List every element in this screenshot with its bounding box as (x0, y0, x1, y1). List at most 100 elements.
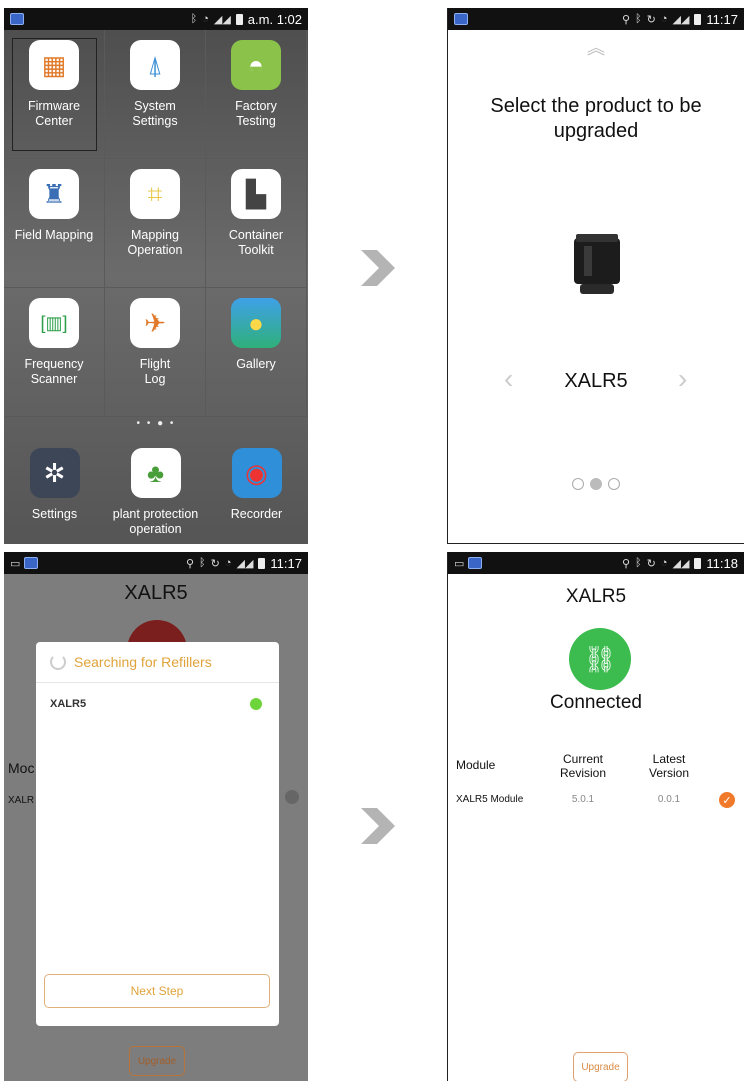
select-product-screen: ⚲ ᛒ ↻ ◔ ◢◢ 11:17 ︽ Select the product to… (447, 8, 744, 544)
device-list-item[interactable]: XALR5 (50, 698, 86, 710)
location-icon: ⚲ (185, 557, 195, 570)
pager-dot[interactable] (608, 478, 620, 490)
battery-icon (694, 557, 702, 569)
app-settings[interactable]: ✲ Settings (4, 444, 105, 544)
app-flight-log[interactable]: ✈ Flight Log (105, 288, 206, 417)
wifi-icon: ◔ (660, 557, 668, 569)
pager-dot-active[interactable] (590, 478, 602, 490)
app-label: System Settings (132, 99, 178, 128)
status-time: 11:17 (270, 555, 302, 571)
drone-grid-icon: ⌗ (130, 169, 180, 219)
status-time: a.m. 1:02 (247, 11, 302, 27)
status-dot (285, 790, 299, 804)
gallery-icon: ● (231, 298, 281, 348)
app-system-settings[interactable]: ⍋ System Settings (105, 30, 206, 159)
disc-icon: ◉ (231, 448, 282, 498)
app-notification-icon (24, 557, 39, 569)
chip-icon: ▦ (29, 40, 79, 90)
bluetooth-icon: ᛒ (635, 13, 642, 25)
bluetooth-icon: ᛒ (199, 557, 206, 569)
app-label: Factory Testing (235, 99, 277, 128)
person-mapping-icon: ♜ (29, 169, 79, 219)
app-factory-testing[interactable]: ◓ Factory Testing (206, 30, 307, 159)
bluetooth-icon: ᛒ (635, 557, 642, 569)
next-step-button[interactable]: Next Step (44, 974, 270, 1008)
app-label: plant protection operation (112, 507, 199, 536)
connection-status: Connected (550, 692, 642, 713)
app-field-mapping[interactable]: ♜ Field Mapping (4, 159, 105, 288)
connected-screen: ▭ ⚲ ᛒ ↻ ◔ ◢◢ 11:18 XALR5 ⛓ Connected Mod… (447, 552, 744, 1081)
page-title: XALR5 (565, 586, 627, 607)
next-step-arrow-icon (361, 808, 395, 844)
signal-icon: ◢◢ (236, 557, 254, 570)
status-bar: ▭ ⚲ ᛒ ↻ ◔ ◢◢ 11:17 (4, 552, 308, 574)
app-label: Mapping Operation (127, 228, 183, 257)
divider (36, 682, 279, 683)
rotate-icon: ↻ (646, 557, 656, 570)
app-label: Recorder (230, 507, 283, 521)
upgrade-button[interactable]: Upgrade (129, 1046, 185, 1076)
page-title: XALR5 (124, 582, 188, 604)
battery-icon (694, 13, 702, 25)
app-container-toolkit[interactable]: ▙ Container Toolkit (206, 159, 307, 288)
status-time: 11:18 (706, 555, 738, 571)
page-title: Select the product to be upgraded (490, 95, 702, 142)
wifi-icon: ◔ (660, 13, 668, 25)
app-grid: ▦ Firmware Center ⍋ System Settings ◓ Fa… (4, 30, 308, 417)
rotate-icon: ↻ (210, 557, 220, 570)
app-gallery[interactable]: ● Gallery (206, 288, 307, 417)
module-name: XALR5 Module (456, 794, 524, 805)
upgrade-button[interactable]: Upgrade (573, 1052, 628, 1081)
next-product-button[interactable]: › (678, 363, 687, 395)
survey-pole-icon: ⍋ (130, 40, 180, 90)
app-notification-icon (454, 13, 468, 25)
container-icon: ▙ (231, 169, 281, 219)
pager-dot[interactable] (572, 478, 584, 490)
app-label: Firmware Center (27, 99, 81, 128)
status-bar: ▭ ⚲ ᛒ ↻ ◔ ◢◢ 11:18 (448, 552, 744, 574)
dialog-title-text: Searching for Refillers (74, 654, 212, 670)
location-icon: ⚲ (621, 557, 631, 570)
wifi-icon: ◔ (202, 13, 209, 25)
app-firmware-center[interactable]: ▦ Firmware Center (4, 30, 105, 159)
app-recorder[interactable]: ◉ Recorder (206, 444, 307, 544)
module-row-label: XALR (8, 795, 35, 806)
status-bar: ᛒ ◔ ◢◢ a.m. 1:02 (4, 8, 308, 30)
search-dialog: Searching for Refillers XALR5 Next Step (36, 642, 279, 1026)
status-time: 11:17 (706, 11, 738, 27)
signal-scan-icon: [▥] (29, 298, 79, 348)
bluetooth-icon: ᛒ (190, 13, 198, 25)
app-plant-protection[interactable]: ♣ plant protection operation (105, 444, 206, 544)
product-image[interactable] (562, 230, 632, 300)
page-indicator: • • ● • (136, 418, 176, 429)
searching-screen: ▭ ⚲ ᛒ ↻ ◔ ◢◢ 11:17 XALR5 Moc XALR Search… (4, 552, 308, 1081)
dock: ✲ Settings ♣ plant protection operation … (4, 444, 308, 544)
app-notification-icon (10, 13, 24, 25)
spinner-icon (50, 654, 66, 670)
app-label: Gallery (236, 357, 276, 371)
app-frequency-scanner[interactable]: [▥] Frequency Scanner (4, 288, 105, 417)
app-label: Frequency Scanner (24, 357, 84, 386)
app-mapping-operation[interactable]: ⌗ Mapping Operation (105, 159, 206, 288)
link-icon: ⛓ (569, 628, 631, 690)
checkmark-icon: ✓ (719, 792, 735, 808)
online-status-icon (250, 698, 262, 710)
app-label: Container Toolkit (228, 228, 284, 257)
app-notification-icon (468, 557, 483, 569)
product-name: XALR5 (564, 370, 628, 392)
signal-icon: ◢◢ (672, 13, 690, 26)
current-revision: 5.0.1 (571, 794, 595, 805)
chevron-up-icon[interactable]: ︽ (448, 34, 744, 60)
launcher-screen: ᛒ ◔ ◢◢ a.m. 1:02 ▦ Firmware Center ⍋ Sys… (4, 8, 308, 544)
column-header-current-revision: Current Revision (559, 752, 607, 780)
column-header-module: Module (456, 758, 496, 772)
plant-protection-icon: ♣ (130, 448, 181, 498)
module-header: Moc (8, 760, 35, 776)
dialog-title: Searching for Refillers (50, 654, 212, 670)
next-step-arrow-icon (361, 250, 395, 286)
app-label: Settings (31, 507, 78, 521)
battery-icon (258, 557, 266, 569)
gear-icon: ✲ (29, 448, 80, 498)
signal-icon: ◢◢ (672, 557, 690, 570)
image-notification-icon: ▭ (10, 557, 21, 570)
